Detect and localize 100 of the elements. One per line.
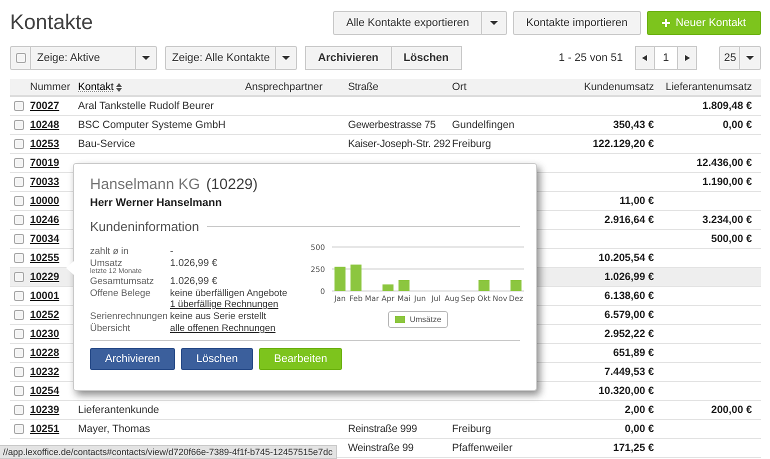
previous-page-button[interactable]: [634, 46, 655, 70]
action-button[interactable]: Löschen: [392, 46, 462, 70]
table-cell: 12.436,00 €: [696, 157, 752, 169]
checkbox[interactable]: [14, 196, 24, 206]
field-label: Übersicht: [90, 323, 132, 334]
table-cell: 11,00 €: [620, 195, 654, 207]
caret-icon: [683, 54, 691, 62]
table-cell: 0,00 €: [722, 119, 752, 131]
checkbox[interactable]: [14, 386, 24, 396]
contact-number-link[interactable]: 70019: [30, 157, 60, 169]
contact-number-link[interactable]: 10246: [30, 214, 60, 226]
status-bar-url: //app.lexoffice.de/contacts#contacts/view/d720f66e-7389-4f1f-b745-12457515e7dc: [0, 445, 337, 459]
table-cell: 10.205,54 €: [598, 252, 654, 264]
column-header[interactable]: Straße: [348, 81, 378, 93]
table-cell: 350,43 €: [613, 119, 654, 131]
contact-number-link[interactable]: 10255: [30, 252, 60, 264]
checkbox[interactable]: [14, 367, 24, 378]
caret-icon: [640, 54, 649, 62]
checkbox[interactable]: [14, 158, 24, 168]
contact-number-link[interactable]: 10239: [30, 404, 60, 416]
table-cell: 122.129,20 €: [592, 138, 654, 150]
table-cell: BSC Computer Systeme GmbH: [78, 119, 226, 131]
checkbox[interactable]: [14, 101, 24, 112]
contact-number-link[interactable]: 10253: [30, 138, 60, 150]
contact-person: Herr Werner Hanselmann: [90, 197, 223, 209]
column-header[interactable]: Kundenumsatz: [584, 81, 654, 93]
export-button[interactable]: Alle Kontakte exportieren: [333, 11, 482, 35]
table-cell: 2,00 €: [624, 404, 654, 416]
field-label: Umsatz: [90, 258, 122, 269]
contact-number-link[interactable]: 10248: [30, 119, 60, 131]
checkbox[interactable]: [14, 310, 24, 320]
checkbox[interactable]: [14, 177, 24, 188]
contact-number-link[interactable]: 70027: [30, 100, 60, 112]
table-cell: 171,25 €: [613, 442, 654, 454]
checkbox[interactable]: [14, 253, 24, 264]
invoice-link[interactable]: 1 überfällige Rechnungen: [170, 299, 316, 310]
checkbox[interactable]: [14, 348, 24, 358]
contact-number-link[interactable]: 70034: [30, 233, 60, 245]
contact-number: (10229): [206, 176, 258, 193]
table-cell: 1.026,99 €: [604, 271, 654, 283]
invoice-link[interactable]: alle offenen Rechnungen: [170, 323, 316, 334]
checkbox[interactable]: [16, 53, 26, 63]
bar: [382, 284, 394, 291]
table-cell: Gewerbestrasse 75: [348, 119, 436, 131]
checkbox[interactable]: [14, 120, 24, 130]
filter-select[interactable]: Zeige: Alle Kontakte: [165, 46, 297, 70]
next-page-button[interactable]: [677, 46, 697, 70]
contact-number-link[interactable]: 10229: [30, 271, 60, 283]
checkbox[interactable]: [14, 291, 24, 302]
table-cell: Aral Tankstelle Rudolf Beurer: [78, 100, 214, 112]
bar: [334, 266, 346, 291]
legend-swatch: [394, 316, 405, 323]
caret-icon: [142, 55, 150, 61]
table-cell: 7.449,53 €: [604, 366, 654, 378]
table-cell: 6.138,60 €: [604, 290, 654, 302]
popup-button[interactable]: Löschen: [181, 348, 254, 370]
sort-icon[interactable]: [116, 82, 122, 92]
field-value: keine überfälligen Angebote: [170, 288, 288, 299]
checkbox[interactable]: [14, 234, 24, 244]
contact-number-link[interactable]: 10251: [30, 423, 60, 435]
contact-number-link[interactable]: 10000: [30, 195, 60, 207]
page-size-select[interactable]: 25: [719, 46, 761, 70]
page-title: Kontakte: [10, 11, 93, 35]
field-value: 1.026,99 €: [170, 276, 218, 287]
contact-number-link[interactable]: 10232: [30, 366, 60, 378]
popup-button[interactable]: Archivieren: [90, 348, 176, 370]
contact-number-link[interactable]: 70033: [30, 176, 60, 188]
column-header[interactable]: Nummer: [30, 81, 70, 93]
table-cell: 1.809,48 €: [702, 100, 752, 112]
table-cell: Pfaffenweiler: [452, 442, 513, 454]
checkbox[interactable]: [14, 329, 24, 340]
table-cell: 10.320,00 €: [598, 385, 654, 397]
plus-icon: [662, 19, 670, 27]
section-title: Kundeninformation: [90, 219, 200, 234]
column-header[interactable]: Kontakt: [78, 81, 114, 93]
page-number[interactable]: 1: [654, 46, 677, 70]
checkbox[interactable]: [14, 139, 24, 150]
dropdown-button[interactable]: [482, 11, 508, 35]
table-cell: Gundelfingen: [452, 119, 514, 131]
action-button[interactable]: Archivieren: [305, 46, 392, 70]
caret-icon: [746, 55, 754, 61]
bar: [510, 280, 522, 291]
import-button[interactable]: Kontakte importieren: [513, 11, 641, 35]
contact-number-link[interactable]: 10254: [30, 385, 60, 397]
checkbox[interactable]: [14, 424, 24, 434]
table-cell: Mayer, Thomas: [78, 423, 150, 435]
checkbox[interactable]: [14, 405, 24, 416]
checkbox[interactable]: [14, 215, 24, 226]
page-range: 1 - 25 von 51: [558, 52, 623, 64]
checkbox[interactable]: [14, 272, 24, 282]
table-cell: 1.190,00 €: [702, 176, 752, 188]
column-header[interactable]: Ort: [452, 81, 467, 93]
contact-number-link[interactable]: 10230: [30, 328, 60, 340]
contact-number-link[interactable]: 10252: [30, 309, 60, 321]
filter-select[interactable]: Zeige: Aktive: [10, 46, 157, 70]
field-label: Gesamtumsatz: [90, 276, 155, 287]
contact-number-link[interactable]: 10001: [30, 290, 60, 302]
contact-number-link[interactable]: 10228: [30, 347, 60, 359]
column-header[interactable]: Lieferantenumsatz: [666, 81, 752, 93]
column-header[interactable]: Ansprechpartner: [245, 81, 323, 93]
